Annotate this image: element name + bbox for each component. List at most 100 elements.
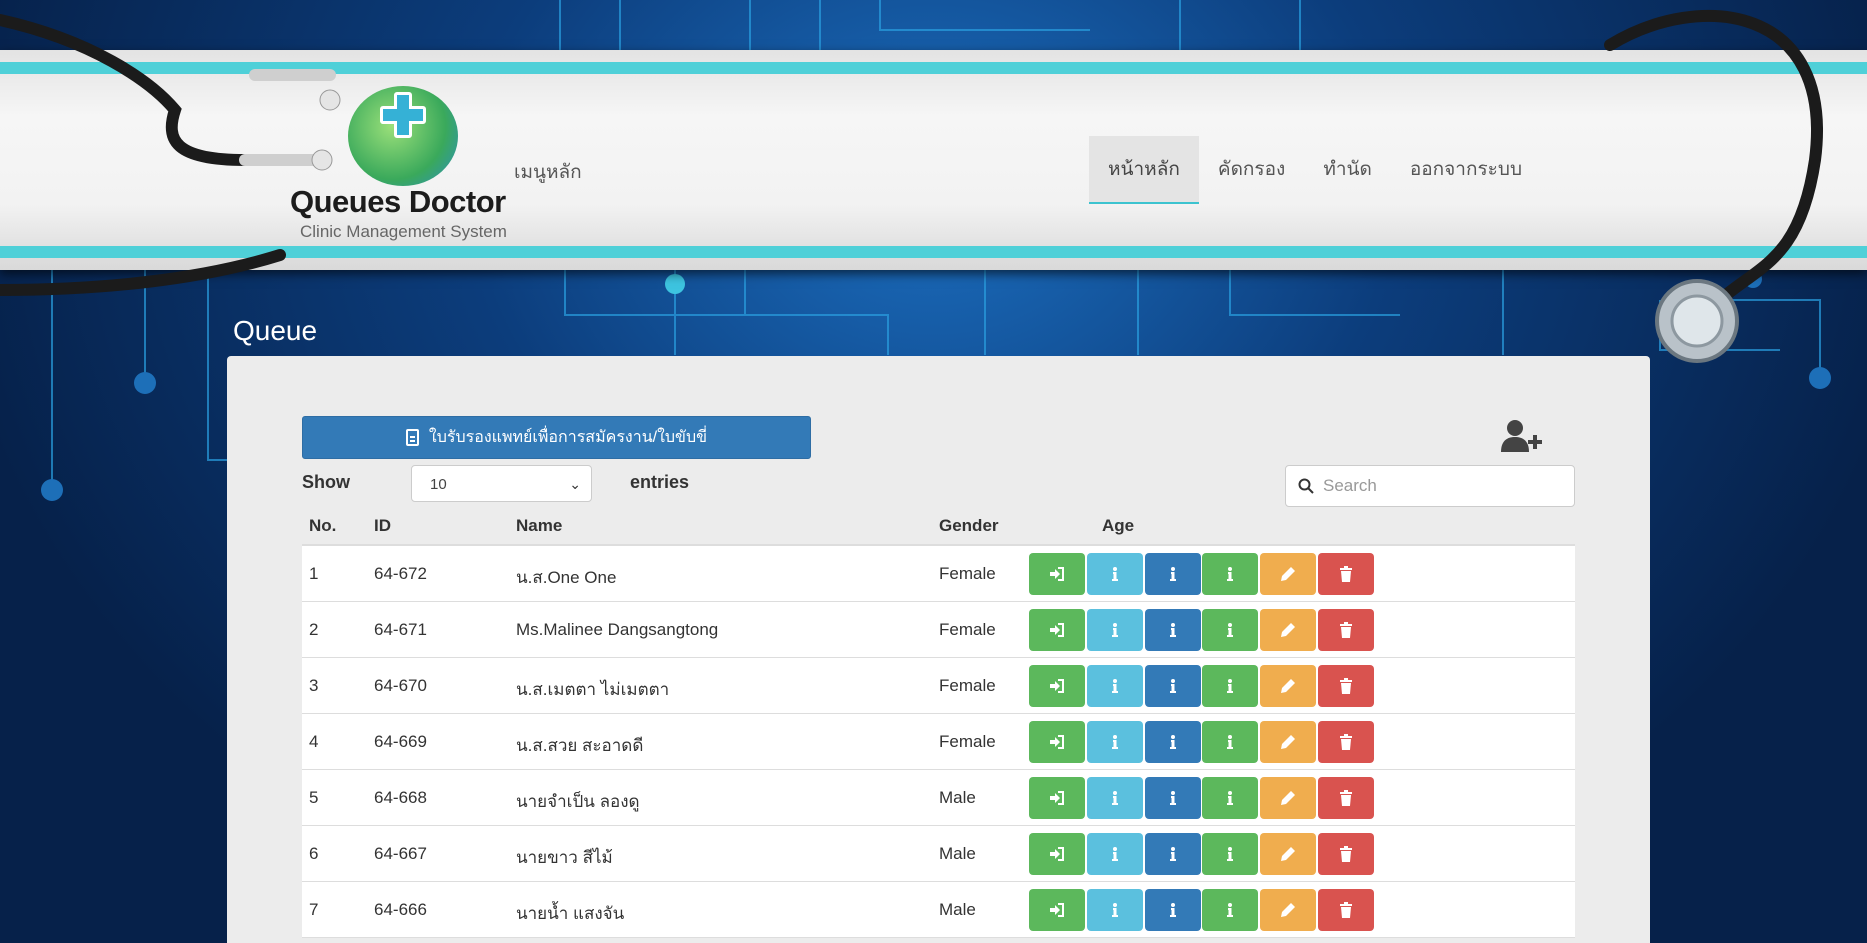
pencil-icon bbox=[1280, 566, 1296, 582]
add-patient-button[interactable] bbox=[1500, 418, 1546, 458]
col-id[interactable]: ID bbox=[374, 516, 391, 536]
file-icon bbox=[405, 429, 419, 446]
delete-button[interactable] bbox=[1318, 721, 1374, 763]
delete-button[interactable] bbox=[1318, 777, 1374, 819]
edit-button[interactable] bbox=[1260, 889, 1316, 931]
info-icon bbox=[1222, 566, 1238, 582]
delete-button[interactable] bbox=[1318, 665, 1374, 707]
checkin-button[interactable] bbox=[1029, 889, 1085, 931]
info-green-button[interactable] bbox=[1202, 777, 1258, 819]
info-light-button[interactable] bbox=[1087, 721, 1143, 763]
col-no[interactable]: No. bbox=[309, 516, 336, 536]
pencil-icon bbox=[1280, 734, 1296, 750]
info-icon bbox=[1165, 622, 1181, 638]
nav-home[interactable]: หน้าหลัก bbox=[1089, 136, 1199, 204]
medical-certificate-button[interactable]: ใบรับรองแพทย์เพื่อการสมัครงาน/ใบขับขี่ bbox=[302, 416, 811, 459]
search-icon bbox=[1298, 478, 1314, 494]
delete-button[interactable] bbox=[1318, 553, 1374, 595]
info-icon bbox=[1165, 846, 1181, 862]
pencil-icon bbox=[1280, 902, 1296, 918]
info-blue-button[interactable] bbox=[1145, 721, 1201, 763]
checkin-button[interactable] bbox=[1029, 665, 1085, 707]
add-user-icon bbox=[1501, 420, 1542, 452]
cell-gender: Female bbox=[939, 564, 996, 583]
info-blue-button[interactable] bbox=[1145, 777, 1201, 819]
info-light-button[interactable] bbox=[1087, 553, 1143, 595]
cell-id: 64-670 bbox=[374, 676, 427, 695]
cell-no: 2 bbox=[309, 620, 319, 639]
info-light-button[interactable] bbox=[1087, 889, 1143, 931]
info-green-button[interactable] bbox=[1202, 553, 1258, 595]
info-light-button[interactable] bbox=[1087, 609, 1143, 651]
entries-select[interactable]: 10 ⌄ bbox=[411, 465, 592, 502]
info-blue-button[interactable] bbox=[1145, 833, 1201, 875]
nav-screening[interactable]: คัดกรอง bbox=[1199, 136, 1304, 204]
cell-no: 4 bbox=[309, 732, 319, 751]
cell-no: 7 bbox=[309, 900, 319, 919]
sign-in-icon bbox=[1049, 734, 1065, 750]
main-menu-label[interactable]: เมนูหลัก bbox=[514, 157, 582, 187]
info-light-button[interactable] bbox=[1087, 777, 1143, 819]
trash-icon bbox=[1338, 566, 1354, 582]
sign-in-icon bbox=[1049, 902, 1065, 918]
delete-button[interactable] bbox=[1318, 833, 1374, 875]
cell-gender: Female bbox=[939, 676, 996, 695]
info-blue-button[interactable] bbox=[1145, 553, 1201, 595]
edit-button[interactable] bbox=[1260, 665, 1316, 707]
checkin-button[interactable] bbox=[1029, 833, 1085, 875]
trash-icon bbox=[1338, 790, 1354, 806]
checkin-button[interactable] bbox=[1029, 777, 1085, 819]
info-blue-button[interactable] bbox=[1145, 609, 1201, 651]
edit-button[interactable] bbox=[1260, 553, 1316, 595]
checkin-button[interactable] bbox=[1029, 609, 1085, 651]
cell-id: 64-668 bbox=[374, 788, 427, 807]
delete-button[interactable] bbox=[1318, 609, 1374, 651]
pencil-icon bbox=[1280, 846, 1296, 862]
cell-no: 1 bbox=[309, 564, 319, 583]
top-nav: หน้าหลัก คัดกรอง ทำนัด ออกจากระบบ bbox=[1089, 136, 1541, 204]
cell-name: Ms.Malinee Dangsangtong bbox=[516, 620, 719, 639]
info-icon bbox=[1165, 902, 1181, 918]
pencil-icon bbox=[1280, 622, 1296, 638]
info-icon bbox=[1165, 678, 1181, 694]
edit-button[interactable] bbox=[1260, 777, 1316, 819]
info-light-button[interactable] bbox=[1087, 665, 1143, 707]
edit-button[interactable] bbox=[1260, 609, 1316, 651]
site-header bbox=[0, 50, 1867, 270]
header-stripe-top bbox=[0, 62, 1867, 74]
cell-no: 3 bbox=[309, 676, 319, 695]
nav-logout[interactable]: ออกจากระบบ bbox=[1391, 136, 1541, 204]
table-row: 264-671Ms.Malinee DangsangtongFemale38 bbox=[302, 602, 1575, 658]
info-green-button[interactable] bbox=[1202, 665, 1258, 707]
nav-appointment[interactable]: ทำนัด bbox=[1304, 136, 1391, 204]
cell-name: น.ส.One One bbox=[516, 568, 617, 587]
info-green-button[interactable] bbox=[1202, 833, 1258, 875]
table-header: No. ID Name Gender Age bbox=[302, 512, 1575, 546]
delete-button[interactable] bbox=[1318, 889, 1374, 931]
col-gender[interactable]: Gender bbox=[939, 516, 999, 536]
col-name[interactable]: Name bbox=[516, 516, 562, 536]
page-title: Queue bbox=[233, 315, 318, 346]
entries-label: entries bbox=[630, 472, 690, 492]
medical-certificate-label: ใบรับรองแพทย์เพื่อการสมัครงาน/ใบขับขี่ bbox=[428, 429, 708, 446]
info-icon bbox=[1165, 734, 1181, 750]
info-green-button[interactable] bbox=[1202, 609, 1258, 651]
info-icon bbox=[1165, 566, 1181, 582]
search-input[interactable] bbox=[1323, 474, 1563, 498]
trash-icon bbox=[1338, 734, 1354, 750]
cell-id: 64-666 bbox=[374, 900, 427, 919]
info-blue-button[interactable] bbox=[1145, 665, 1201, 707]
edit-button[interactable] bbox=[1260, 721, 1316, 763]
checkin-button[interactable] bbox=[1029, 553, 1085, 595]
info-green-button[interactable] bbox=[1202, 889, 1258, 931]
info-green-button[interactable] bbox=[1202, 721, 1258, 763]
checkin-button[interactable] bbox=[1029, 721, 1085, 763]
cell-gender: Female bbox=[939, 620, 996, 639]
col-age[interactable]: Age bbox=[1102, 516, 1134, 536]
info-blue-button[interactable] bbox=[1145, 889, 1201, 931]
info-icon bbox=[1107, 790, 1123, 806]
edit-button[interactable] bbox=[1260, 833, 1316, 875]
sign-in-icon bbox=[1049, 846, 1065, 862]
info-light-button[interactable] bbox=[1087, 833, 1143, 875]
patient-table-body: 164-672น.ส.One OneFemale31264-671Ms.Mali… bbox=[302, 546, 1575, 938]
